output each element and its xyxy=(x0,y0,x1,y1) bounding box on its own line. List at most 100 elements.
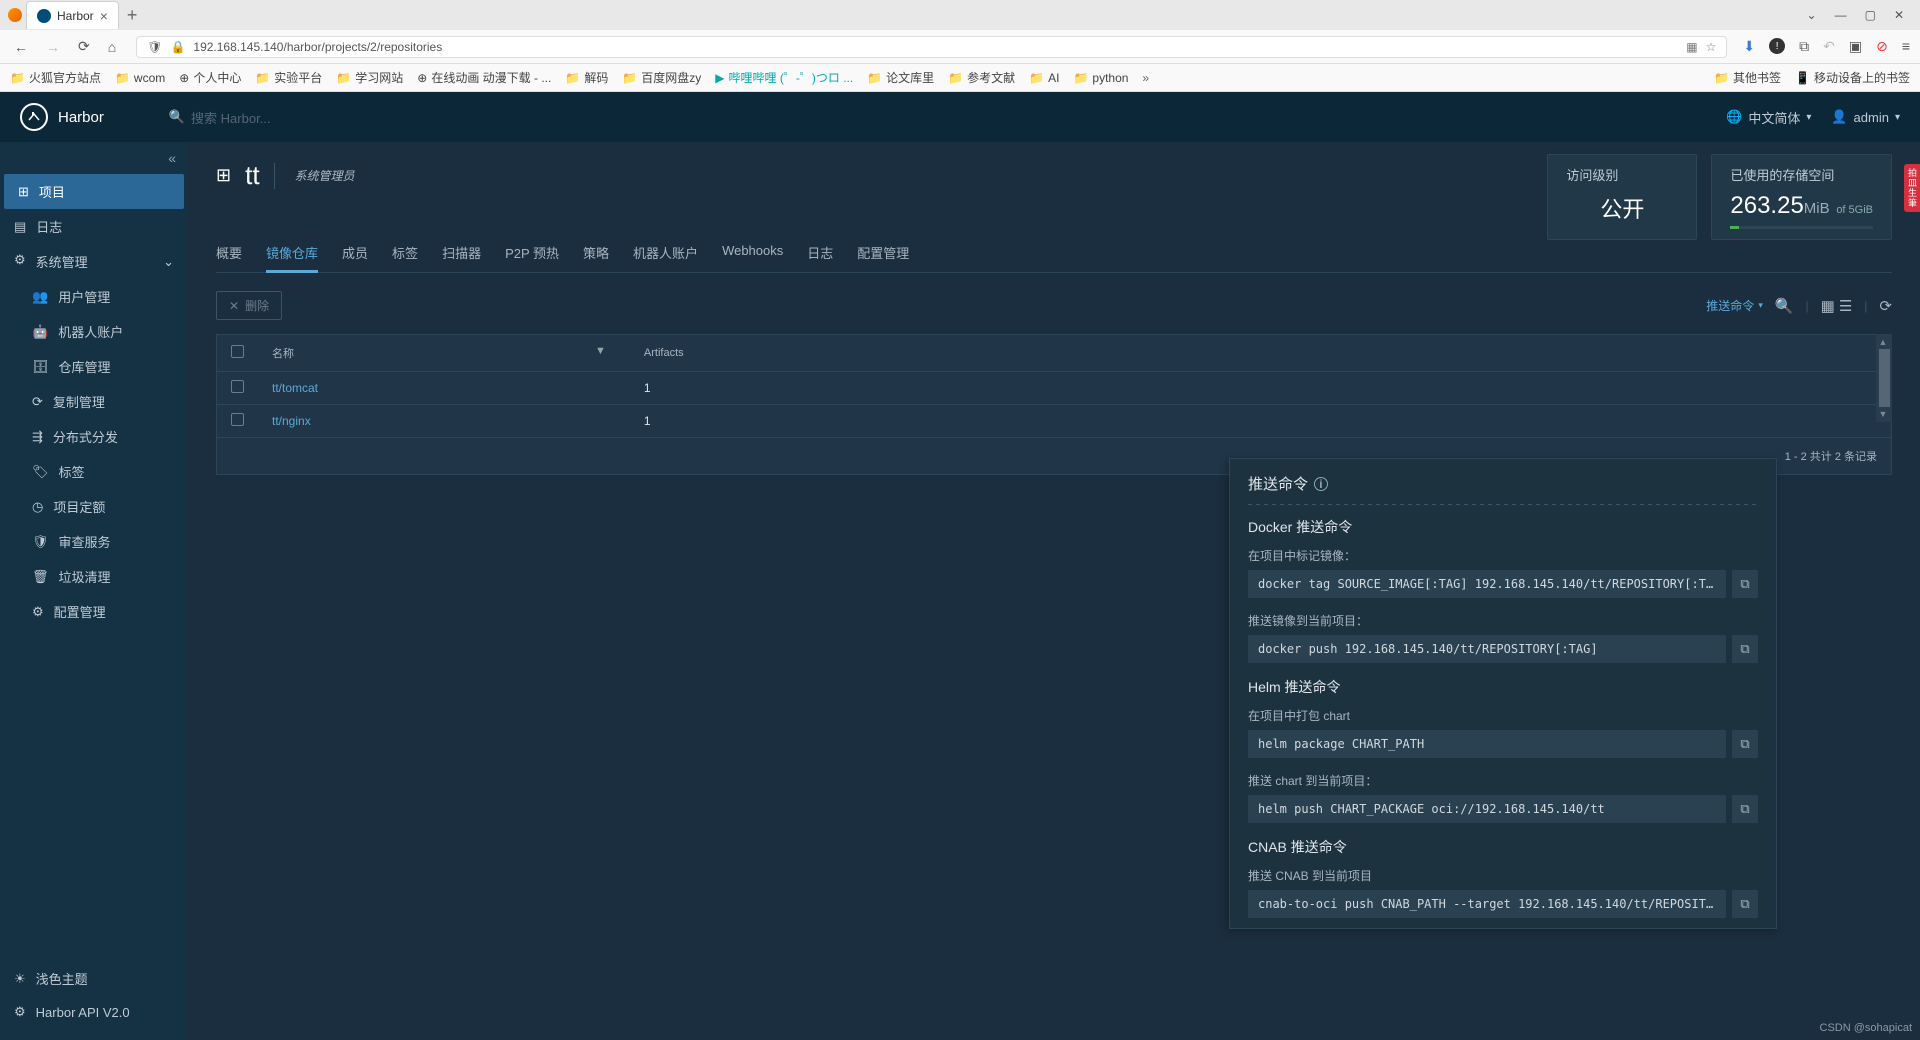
sidebar-item-audit[interactable]: 🛡审查服务 xyxy=(0,524,188,559)
scroll-up-icon[interactable]: ▲ xyxy=(1879,337,1890,347)
copy-button[interactable]: ⧉ xyxy=(1732,570,1758,598)
filter-icon[interactable]: ▼ xyxy=(595,345,606,357)
cmd-label: 推送 chart 到当前项目： xyxy=(1248,772,1758,789)
scroll-down-icon[interactable]: ▼ xyxy=(1879,409,1890,419)
helm-push-command[interactable]: helm push CHART_PACKAGE oci://192.168.14… xyxy=(1248,795,1726,823)
bookmark-item[interactable]: 📁 其他书签 xyxy=(1714,69,1781,86)
bookmark-item[interactable]: 📁 火狐官方站点 xyxy=(10,69,101,86)
repo-link[interactable]: tt/tomcat xyxy=(272,381,318,395)
copy-button[interactable]: ⧉ xyxy=(1732,635,1758,663)
chevron-down-icon[interactable]: ⌄ xyxy=(1807,8,1817,22)
copy-button[interactable]: ⧉ xyxy=(1732,890,1758,918)
bookmark-item[interactable]: ⊕ 个人中心 xyxy=(179,69,241,86)
sidebar-item-robot[interactable]: 🤖机器人账户 xyxy=(0,314,188,349)
nav-back2-icon[interactable]: ↶ xyxy=(1823,38,1835,55)
sidebar-item-project[interactable]: ⊞项目 xyxy=(4,174,184,209)
cnab-push-command[interactable]: cnab-to-oci push CNAB_PATH --target 192.… xyxy=(1248,890,1726,918)
docker-section-title: Docker 推送命令 xyxy=(1248,517,1758,537)
bookmark-star-icon[interactable]: ☆ xyxy=(1706,40,1717,54)
bookmark-item[interactable]: 📁 python xyxy=(1073,71,1128,85)
no-ads-icon[interactable]: ⊘ xyxy=(1876,38,1888,55)
window-maximize-button[interactable]: ▢ xyxy=(1865,8,1876,22)
bookmark-item[interactable]: 📁 解码 xyxy=(565,69,608,86)
language-selector[interactable]: 🌐 中文简体 ▾ xyxy=(1726,108,1811,127)
user-menu[interactable]: 👤 admin ▾ xyxy=(1831,109,1900,125)
sidebar-item-replication[interactable]: ⟳复制管理 xyxy=(0,384,188,419)
extension-icon[interactable]: ⧉ xyxy=(1799,38,1809,55)
repo-link[interactable]: tt/nginx xyxy=(272,414,311,428)
nav-reload-button[interactable]: ⟳ xyxy=(74,36,94,57)
push-command-dropdown[interactable]: 推送命令 ▾ xyxy=(1706,297,1763,314)
sidebar-api-link[interactable]: ⚙Harbor API V2.0 xyxy=(0,996,188,1028)
pocket-icon[interactable]: ▣ xyxy=(1849,38,1862,55)
nav-home-button[interactable]: ⌂ xyxy=(104,37,120,57)
select-all-checkbox[interactable] xyxy=(231,345,244,358)
bookmarks-overflow[interactable]: » xyxy=(1142,71,1149,85)
refresh-icon[interactable]: ⟳ xyxy=(1879,297,1892,315)
bookmark-item[interactable]: 📱 移动设备上的书签 xyxy=(1795,69,1910,86)
bookmark-item[interactable]: 📁 论文库里 xyxy=(867,69,934,86)
column-artifacts[interactable]: Artifacts xyxy=(630,335,970,372)
bookmark-item[interactable]: 📁 wcom xyxy=(115,71,165,85)
sidebar-item-users[interactable]: 👥用户管理 xyxy=(0,279,188,314)
nav-back-button[interactable]: ← xyxy=(10,37,32,57)
sidebar-item-distribution[interactable]: ⇶分布式分发 xyxy=(0,419,188,454)
sidebar-item-log[interactable]: ▤日志 xyxy=(0,209,188,244)
side-feedback-strip[interactable]: 拍皿生筆 xyxy=(1904,164,1920,212)
tab-logs[interactable]: 日志 xyxy=(807,235,833,272)
bookmark-item[interactable]: ▶ 哔哩哔哩 (゜-゜)つロ ... xyxy=(715,69,853,86)
search-icon[interactable]: 🔍 xyxy=(1775,297,1794,315)
view-list-icon[interactable]: ☰ xyxy=(1839,297,1852,315)
tab-close-icon[interactable]: × xyxy=(100,8,108,24)
row-checkbox[interactable] xyxy=(231,413,244,426)
window-close-button[interactable]: ✕ xyxy=(1894,8,1904,22)
search-box[interactable]: 🔍 搜索 Harbor... xyxy=(169,108,1726,127)
new-tab-button[interactable]: + xyxy=(127,5,138,26)
bookmark-item[interactable]: 📁 百度网盘zy xyxy=(622,69,701,86)
table-scrollbar[interactable]: ▲ ▼ xyxy=(1876,334,1892,422)
nav-forward-button[interactable]: → xyxy=(42,37,64,57)
tab-scanner[interactable]: 扫描器 xyxy=(442,235,481,272)
tab-webhooks[interactable]: Webhooks xyxy=(722,235,783,272)
sidebar-item-gc[interactable]: 🗑垃圾清理 xyxy=(0,559,188,594)
copy-button[interactable]: ⧉ xyxy=(1732,730,1758,758)
bookmark-item[interactable]: 📁 学习网站 xyxy=(336,69,403,86)
tab-labels[interactable]: 标签 xyxy=(392,235,418,272)
bookmark-item[interactable]: 📁 AI xyxy=(1029,71,1059,85)
browser-tab[interactable]: Harbor × xyxy=(26,1,119,29)
bookmark-item[interactable]: ⊕ 在线动画 动漫下载 - ... xyxy=(417,69,551,86)
tab-repositories[interactable]: 镜像仓库 xyxy=(266,235,318,273)
notification-icon[interactable]: ! xyxy=(1769,38,1785,54)
docker-tag-command[interactable]: docker tag SOURCE_IMAGE[:TAG] 192.168.14… xyxy=(1248,570,1726,598)
helm-package-command[interactable]: helm package CHART_PATH xyxy=(1248,730,1726,758)
url-bar[interactable]: 🛡 🔒 192.168.145.140/harbor/projects/2/re… xyxy=(136,36,1727,58)
download-icon[interactable]: ⬇ xyxy=(1743,38,1755,55)
bookmark-item[interactable]: 📁 参考文献 xyxy=(948,69,1015,86)
tab-p2p[interactable]: P2P 预热 xyxy=(505,235,559,272)
sidebar-collapse-button[interactable]: « xyxy=(0,142,188,174)
bookmark-item[interactable]: 📁 实验平台 xyxy=(255,69,322,86)
view-card-icon[interactable]: ▦ xyxy=(1821,297,1835,315)
row-checkbox[interactable] xyxy=(231,380,244,393)
info-icon[interactable]: i xyxy=(1314,477,1328,491)
tab-summary[interactable]: 概要 xyxy=(216,235,242,272)
sidebar-item-quota[interactable]: ◷项目定额 xyxy=(0,489,188,524)
copy-button[interactable]: ⧉ xyxy=(1732,795,1758,823)
sidebar-item-labels[interactable]: 🏷标签 xyxy=(0,454,188,489)
tab-robot[interactable]: 机器人账户 xyxy=(633,235,698,272)
menu-icon[interactable]: ≡ xyxy=(1902,38,1910,55)
tab-config[interactable]: 配置管理 xyxy=(857,235,909,272)
harbor-logo[interactable]: Harbor xyxy=(20,103,104,131)
delete-button[interactable]: ✕删除 xyxy=(216,291,282,320)
scroll-thumb[interactable] xyxy=(1879,349,1890,407)
sidebar-theme-toggle[interactable]: ☀浅色主题 xyxy=(0,961,188,996)
sidebar-item-registry[interactable]: 🗄仓库管理 xyxy=(0,349,188,384)
docker-push-command[interactable]: docker push 192.168.145.140/tt/REPOSITOR… xyxy=(1248,635,1726,663)
column-name[interactable]: 名称▼ xyxy=(258,335,630,372)
sidebar-item-config[interactable]: ⚙配置管理 xyxy=(0,594,188,629)
window-minimize-button[interactable]: — xyxy=(1835,8,1847,22)
sidebar-group-admin[interactable]: ⚙系统管理⌄ xyxy=(0,244,188,279)
qr-icon[interactable]: ▦ xyxy=(1686,40,1697,54)
tab-members[interactable]: 成员 xyxy=(342,235,368,272)
tab-policy[interactable]: 策略 xyxy=(583,235,609,272)
